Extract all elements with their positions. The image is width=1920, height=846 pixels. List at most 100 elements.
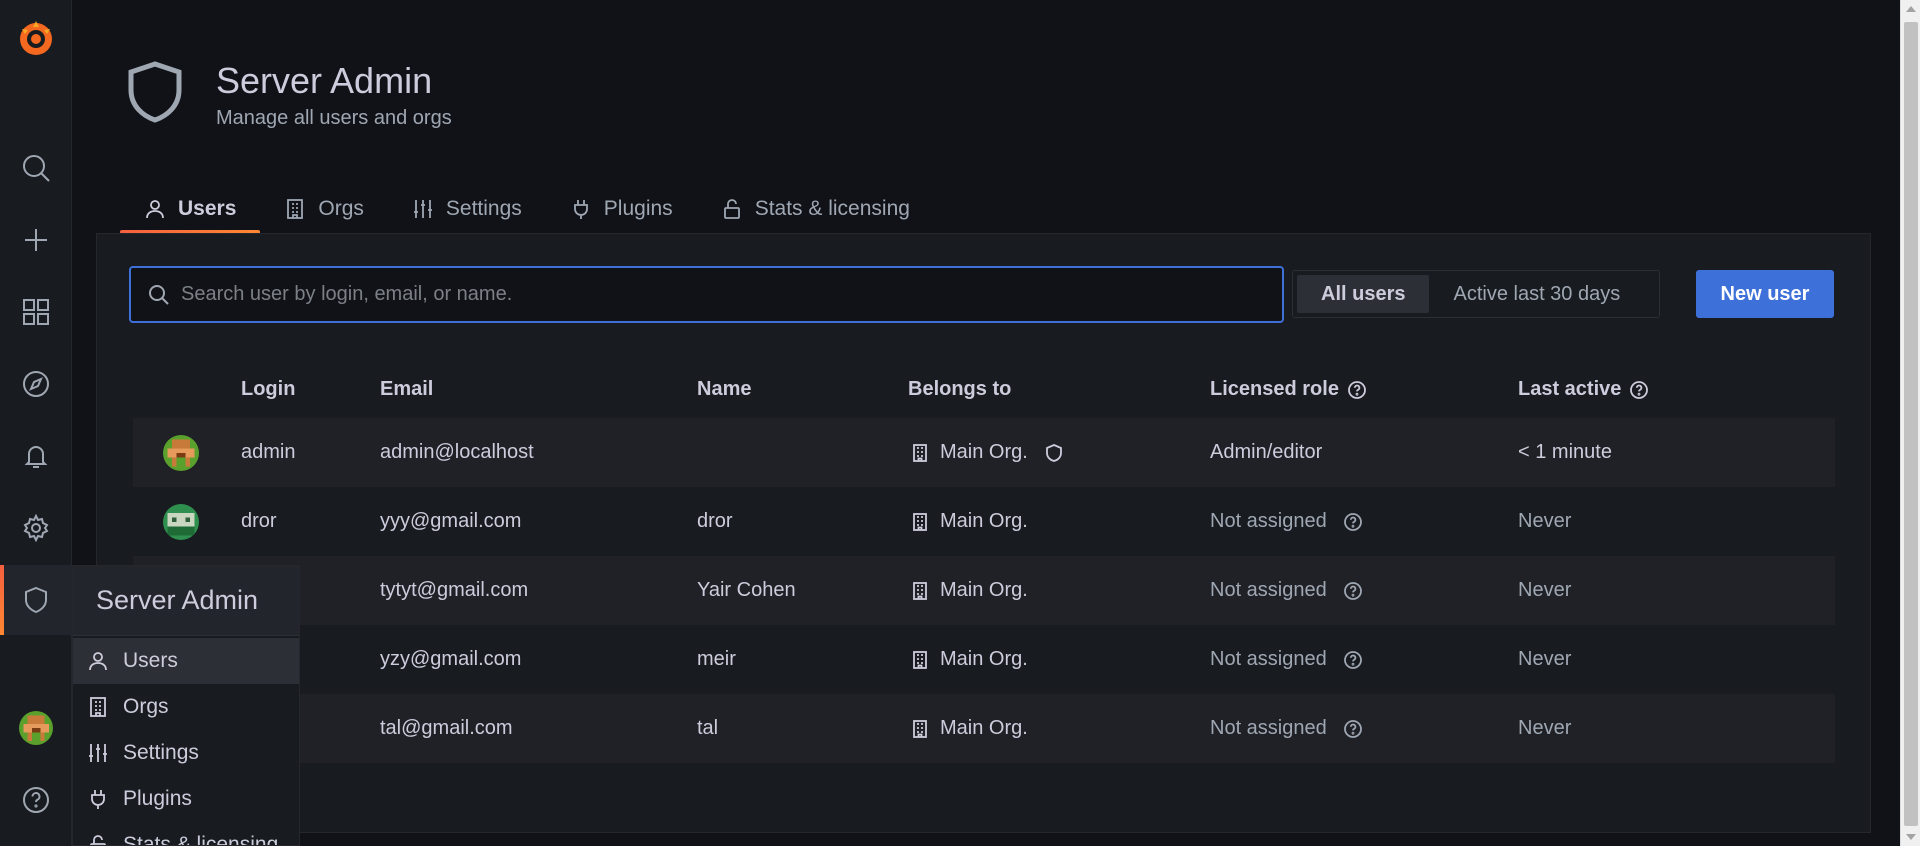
scrollbar-thumb[interactable] <box>1904 22 1918 826</box>
cell-last-active: Never <box>1518 717 1572 739</box>
building-icon <box>913 650 927 669</box>
column-header-licensed-role: Licensed role <box>1210 378 1367 401</box>
role-label: Not assigned <box>1210 579 1327 601</box>
cell-login: dror <box>241 510 277 532</box>
gear-icon[interactable] <box>0 498 72 558</box>
header-label: Licensed role <box>1210 378 1339 400</box>
menu-item-label: Settings <box>123 741 199 764</box>
menu-item-users[interactable]: Users <box>73 638 299 684</box>
user-avatar[interactable] <box>0 698 72 758</box>
cell-belongs-to: Main Org. <box>910 487 1028 556</box>
lock-icon <box>723 199 740 219</box>
question-circle-icon[interactable] <box>1343 719 1363 739</box>
filter-active-last-30-days[interactable]: Active last 30 days <box>1429 275 1644 313</box>
page-scrollbar[interactable] <box>1900 0 1920 846</box>
tab-bar: Users Orgs Settings Plugins Stats & lice… <box>120 186 934 234</box>
cell-belongs-to: Main Org. <box>910 625 1028 694</box>
building-icon <box>913 512 927 531</box>
search-field[interactable] <box>129 266 1284 323</box>
role-label: Not assigned <box>1210 648 1327 670</box>
dashboards-icon[interactable] <box>0 282 72 342</box>
explore-icon[interactable] <box>0 354 72 414</box>
lock-icon <box>90 835 106 845</box>
org-name: Main Org. <box>940 717 1028 739</box>
table-row[interactable]: admin admin@localhost Main Org. Admin/ed… <box>133 418 1835 487</box>
menu-item-label: Stats & licensing <box>123 833 279 846</box>
table-row[interactable]: yzy@gmail.com meir Main Org. Not assigne… <box>133 625 1835 694</box>
plug-icon <box>91 790 105 809</box>
grafana-logo-icon[interactable] <box>0 8 72 68</box>
filter-all-users[interactable]: All users <box>1297 275 1430 313</box>
building-icon <box>287 199 304 219</box>
cell-licensed-role: Not assigned <box>1210 556 1363 625</box>
search-input[interactable] <box>181 283 1261 306</box>
shield-icon[interactable] <box>0 565 72 635</box>
menu-title[interactable]: Server Admin <box>73 566 299 636</box>
cell-belongs-to: Main Org. <box>910 418 1064 487</box>
header-label: Login <box>241 378 296 400</box>
shield-icon <box>127 60 183 129</box>
tab-stats-licensing[interactable]: Stats & licensing <box>697 186 934 232</box>
new-user-button[interactable]: New user <box>1696 270 1834 318</box>
header-label: Last active <box>1518 378 1622 400</box>
menu-item-stats[interactable]: Stats & licensing <box>73 822 299 846</box>
cell-email: tal@gmail.com <box>380 717 513 739</box>
tab-plugins[interactable]: Plugins <box>546 186 697 232</box>
table-row[interactable]: tal@gmail.com tal Main Org. Not assigned… <box>133 694 1835 763</box>
tab-label: Stats & licensing <box>754 197 910 220</box>
plug-icon <box>573 200 588 219</box>
page-title: Server Admin <box>216 60 433 101</box>
cell-email: yyy@gmail.com <box>380 510 522 532</box>
org-name: Main Org. <box>940 579 1028 601</box>
cell-licensed-role: Not assigned <box>1210 694 1363 763</box>
cell-email: yzy@gmail.com <box>380 648 522 670</box>
column-header-belongs-to: Belongs to <box>908 378 1011 401</box>
menu-item-label: Orgs <box>123 695 169 718</box>
user-avatar <box>163 487 199 556</box>
user-icon <box>89 652 107 671</box>
alerting-icon[interactable] <box>0 426 72 486</box>
page-subtitle: Manage all users and orgs <box>216 107 452 129</box>
cell-email: admin@localhost <box>380 441 534 463</box>
column-header-login: Login <box>241 378 295 401</box>
search-icon[interactable] <box>0 138 72 198</box>
column-header-last-active: Last active <box>1518 378 1649 401</box>
cell-name: meir <box>697 648 736 670</box>
scroll-up-icon[interactable] <box>1906 6 1916 12</box>
header-label: Email <box>380 378 434 400</box>
question-circle-icon[interactable] <box>1343 650 1363 670</box>
header-label: Name <box>697 378 752 400</box>
question-circle-icon[interactable] <box>1343 581 1363 601</box>
cell-licensed-role: Not assigned <box>1210 625 1363 694</box>
menu-item-plugins[interactable]: Plugins <box>73 776 299 822</box>
shield-icon <box>1045 443 1062 462</box>
column-header-email: Email <box>380 378 433 401</box>
scroll-down-icon[interactable] <box>1906 834 1916 840</box>
tab-users[interactable]: Users <box>120 186 261 234</box>
menu-item-orgs[interactable]: Orgs <box>73 684 299 730</box>
cell-last-active: Never <box>1518 579 1572 601</box>
sliders-icon <box>413 200 432 218</box>
question-circle-icon[interactable] <box>1347 380 1367 400</box>
cell-last-active: Never <box>1518 648 1572 670</box>
role-label: Not assigned <box>1210 510 1327 532</box>
header-label: Belongs to <box>908 378 1012 400</box>
building-icon <box>90 697 106 717</box>
user-avatar <box>163 418 199 487</box>
role-label: Not assigned <box>1210 717 1327 739</box>
question-circle-icon[interactable] <box>1629 380 1649 400</box>
cell-email: tytyt@gmail.com <box>380 579 529 601</box>
table-row[interactable]: dror yyy@gmail.com dror Main Org. Not as… <box>133 487 1835 556</box>
org-name: Main Org. <box>940 510 1028 532</box>
tab-orgs[interactable]: Orgs <box>260 186 388 232</box>
tab-label: Settings <box>445 197 522 220</box>
table-row[interactable]: tytyt@gmail.com Yair Cohen Main Org. Not… <box>133 556 1835 625</box>
tab-settings[interactable]: Settings <box>388 186 546 232</box>
cell-last-active: < 1 minute <box>1518 441 1612 463</box>
tab-label: Plugins <box>603 197 673 220</box>
help-icon[interactable] <box>0 770 72 830</box>
question-circle-icon[interactable] <box>1343 512 1363 532</box>
org-name: Main Org. <box>940 648 1028 670</box>
menu-item-settings[interactable]: Settings <box>73 730 299 776</box>
plus-icon[interactable] <box>0 210 72 270</box>
